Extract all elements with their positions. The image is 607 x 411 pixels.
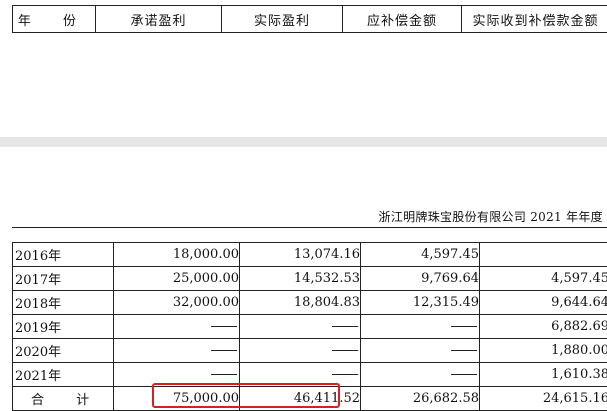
table-row: 2019年——————6,882.69 bbox=[12, 314, 607, 339]
header-actual-profit: 实际盈利 bbox=[221, 5, 343, 33]
row-year: 2021年 bbox=[12, 362, 114, 387]
cell-actual: —— bbox=[239, 314, 361, 339]
dash-placeholder bbox=[211, 374, 237, 375]
dash-placeholder bbox=[451, 350, 477, 351]
top-page: 年 份 承诺盈利 实际盈利 应补偿金额 实际收到补偿款金额 bbox=[0, 0, 607, 137]
cell-promised: —— bbox=[113, 338, 240, 363]
table-row: 2017年 25,000.00 14,532.53 9,769.64 4,597.45 bbox=[12, 266, 607, 291]
table-row: 2016年 18,000.00 13,074.16 4,597.45 bbox=[12, 242, 607, 267]
total-comp-due: 26,682.58 bbox=[360, 386, 480, 411]
cell-actual: 14,532.53 bbox=[239, 266, 361, 291]
dash-placeholder bbox=[451, 374, 477, 375]
cell-comp-received: 1,880.00 bbox=[479, 338, 607, 363]
cell-comp-due: —— bbox=[360, 362, 480, 387]
header-year: 年 份 bbox=[12, 5, 96, 33]
row-year: 2016年 bbox=[12, 242, 114, 267]
cell-comp-received bbox=[479, 242, 607, 267]
cell-actual: 13,074.16 bbox=[239, 242, 361, 267]
cell-comp-received: 4,597.45 bbox=[479, 266, 607, 291]
cell-comp-due: —— bbox=[360, 338, 480, 363]
table-row: 2020年——————1,880.00 bbox=[12, 338, 607, 363]
total-comp-received: 24,615.16 bbox=[479, 386, 607, 411]
dash-placeholder bbox=[211, 326, 237, 327]
cell-actual: —— bbox=[239, 338, 361, 363]
cell-promised: 25,000.00 bbox=[113, 266, 240, 291]
dash-placeholder bbox=[211, 350, 237, 351]
header-table: 年 份 承诺盈利 实际盈利 应补偿金额 实际收到补偿款金额 bbox=[12, 5, 607, 33]
highlight-box bbox=[152, 383, 340, 408]
cell-comp-received: 9,644.64 bbox=[479, 290, 607, 315]
cell-comp-due: 4,597.45 bbox=[360, 242, 480, 267]
page-separator bbox=[0, 137, 607, 147]
header-compensation-due: 应补偿金额 bbox=[342, 5, 462, 33]
cell-comp-received: 6,882.69 bbox=[479, 314, 607, 339]
cell-promised: 32,000.00 bbox=[113, 290, 240, 315]
header-row: 年 份 承诺盈利 实际盈利 应补偿金额 实际收到补偿款金额 bbox=[12, 5, 607, 33]
cell-comp-due: 9,769.64 bbox=[360, 266, 480, 291]
table-row: 2018年 32,000.00 18,804.83 12,315.49 9,644.64 bbox=[12, 290, 607, 315]
cell-actual: 18,804.83 bbox=[239, 290, 361, 315]
header-compensation-received: 实际收到补偿款金额 bbox=[461, 5, 607, 33]
row-year: 2017年 bbox=[12, 266, 114, 291]
dash-placeholder bbox=[332, 374, 358, 375]
row-year: 2020年 bbox=[12, 338, 114, 363]
cell-comp-due: —— bbox=[360, 314, 480, 339]
dash-placeholder bbox=[332, 326, 358, 327]
cell-promised: 18,000.00 bbox=[113, 242, 240, 267]
row-year: 2019年 bbox=[12, 314, 114, 339]
cell-comp-received: 1,610.38 bbox=[479, 362, 607, 387]
row-year: 2018年 bbox=[12, 290, 114, 315]
dash-placeholder bbox=[451, 326, 477, 327]
cell-promised: —— bbox=[113, 314, 240, 339]
cell-comp-due: 12,315.49 bbox=[360, 290, 480, 315]
dash-placeholder bbox=[332, 350, 358, 351]
report-running-title: 浙江明牌珠宝股份有限公司 2021 年年度 bbox=[378, 210, 603, 224]
header-rule bbox=[12, 227, 607, 228]
header-promised-profit: 承诺盈利 bbox=[95, 5, 222, 33]
total-label: 合 计 bbox=[12, 386, 114, 411]
